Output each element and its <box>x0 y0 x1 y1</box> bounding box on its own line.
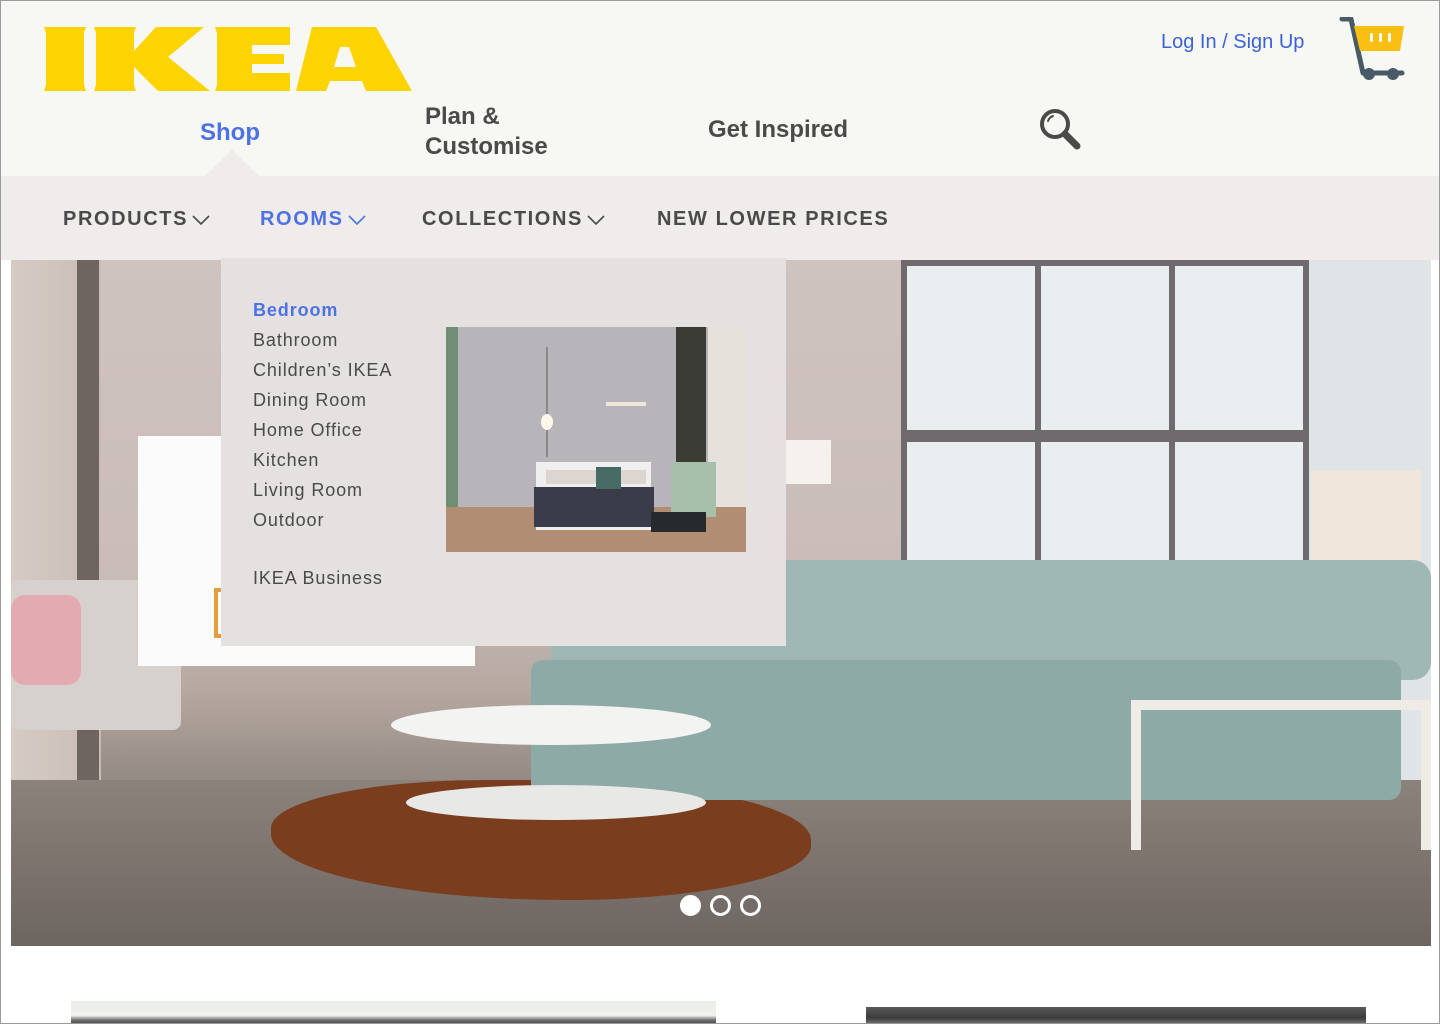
rooms-list: Bedroom Bathroom Children’s IKEA Dining … <box>253 298 392 538</box>
chevron-down-icon <box>587 214 605 225</box>
nav-plan-label-line2: Customise <box>425 133 548 160</box>
carousel-dot-2[interactable] <box>710 895 731 916</box>
feature-thumbnail-2[interactable] <box>866 1007 1366 1023</box>
room-item-home-office[interactable]: Home Office <box>253 418 392 448</box>
room-item-bathroom[interactable]: Bathroom <box>253 328 392 358</box>
logo-wordmark <box>44 27 412 91</box>
subnav-collections-label: COLLECTIONS <box>422 208 583 230</box>
hero-lamp <box>781 440 831 484</box>
rooms-dropdown-menu: Bedroom Bathroom Children’s IKEA Dining … <box>221 258 786 646</box>
carousel-dot-3[interactable] <box>740 895 761 916</box>
room-item-dining-room[interactable]: Dining Room <box>253 388 392 418</box>
feature-thumbnail-1[interactable] <box>71 1001 716 1023</box>
room-item-bedroom[interactable]: Bedroom <box>253 298 392 328</box>
room-item-ikea-business[interactable]: IKEA Business <box>253 568 383 589</box>
nav-shop[interactable]: Shop <box>200 118 260 148</box>
subnav-new-lower-prices[interactable]: NEW LOWER PRICES <box>657 208 889 231</box>
category-nav: PRODUCTS ROOMS COLLECTIONS NEW LOWER PRI… <box>1 176 1439 260</box>
room-item-kitchen[interactable]: Kitchen <box>253 448 392 478</box>
subnav-products[interactable]: PRODUCTS <box>63 208 210 231</box>
search-icon[interactable] <box>1037 106 1083 152</box>
ikea-logo[interactable] <box>44 27 414 91</box>
room-item-living-room[interactable]: Living Room <box>253 478 392 508</box>
active-nav-pointer <box>205 150 259 176</box>
nav-plan-customise[interactable]: Plan & Customise <box>425 102 548 162</box>
room-item-outdoor[interactable]: Outdoor <box>253 508 392 538</box>
hero-coffee-table <box>391 705 711 745</box>
subnav-products-label: PRODUCTS <box>63 208 189 230</box>
hero-coffee-table-shelf <box>406 785 706 820</box>
hero-side-table <box>1131 700 1431 850</box>
chevron-down-icon <box>192 214 210 225</box>
login-signup-link[interactable]: Log In / Sign Up <box>1161 31 1304 54</box>
nav-plan-label-line1: Plan & <box>425 103 500 130</box>
subnav-rooms-label: ROOMS <box>260 208 344 230</box>
hero-door <box>77 260 99 820</box>
page-frame: Log In / Sign Up Shop Plan & Customise G… <box>0 0 1440 1024</box>
site-header: Log In / Sign Up Shop Plan & Customise G… <box>1 1 1439 176</box>
subnav-collections[interactable]: COLLECTIONS <box>422 208 605 231</box>
hero-cushion <box>11 595 81 685</box>
nav-get-inspired[interactable]: Get Inspired <box>708 115 848 145</box>
subnav-rooms[interactable]: ROOMS <box>260 208 366 231</box>
carousel-dots <box>680 895 761 916</box>
bedroom-preview-image[interactable] <box>446 327 746 552</box>
carousel-dot-1[interactable] <box>680 895 701 916</box>
room-item-childrens-ikea[interactable]: Children’s IKEA <box>253 358 392 388</box>
chevron-down-icon <box>347 214 366 225</box>
shopping-cart-icon[interactable] <box>1338 16 1408 81</box>
hero-lamp-shade <box>1311 470 1421 560</box>
